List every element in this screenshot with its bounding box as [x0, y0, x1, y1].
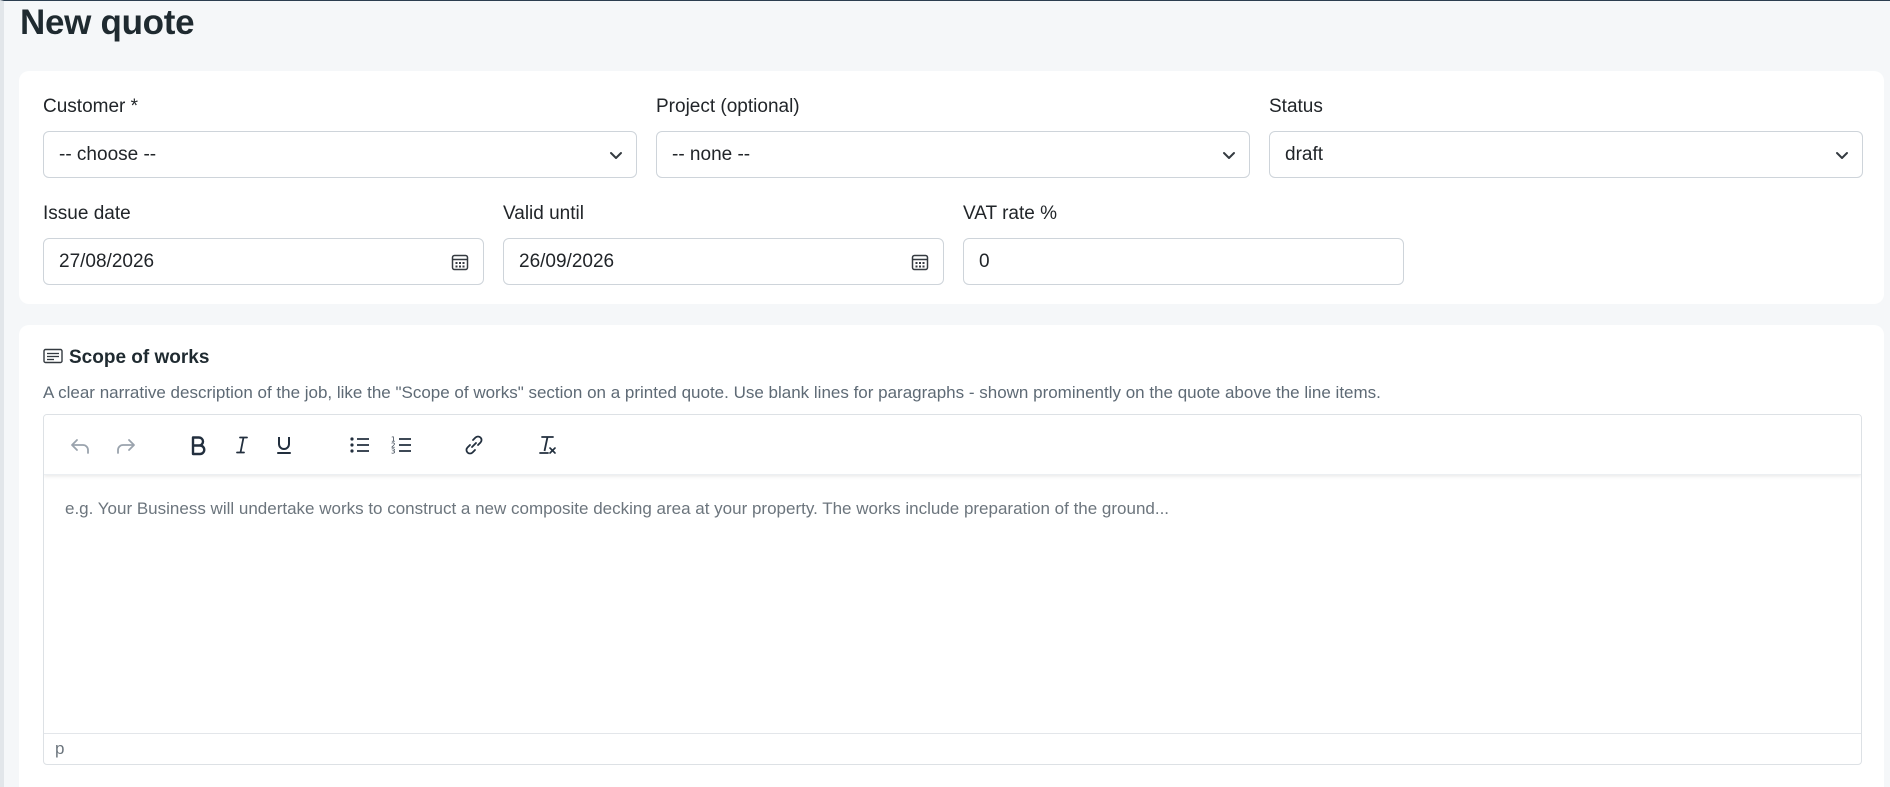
scope-title: Scope of works [69, 347, 210, 368]
bold-icon[interactable] [182, 429, 214, 461]
editor-toolbar: 123 [44, 415, 1861, 475]
svg-text:3: 3 [391, 448, 395, 456]
text-description-icon [43, 348, 63, 369]
valid-until-value: 26/09/2026 [519, 250, 615, 272]
valid-until-label: Valid until [503, 203, 584, 224]
quote-details-card: Customer * -- choose -- Project (optiona… [19, 71, 1884, 304]
rich-text-editor[interactable]: 123 e.g. Your Business will undertake wo… [43, 414, 1862, 765]
vat-rate-label: VAT rate % [963, 203, 1057, 224]
page-title: New quote [20, 3, 195, 42]
numbered-list-icon[interactable]: 123 [386, 429, 418, 461]
status-select[interactable]: draft [1269, 131, 1863, 178]
issue-date-input[interactable]: 27/08/2026 [43, 238, 484, 285]
undo-icon[interactable] [64, 429, 96, 461]
clear-formatting-icon[interactable] [532, 429, 564, 461]
customer-value: -- choose -- [59, 143, 157, 165]
issue-date-label: Issue date [43, 203, 131, 224]
redo-icon[interactable] [110, 429, 142, 461]
underline-icon[interactable] [268, 429, 300, 461]
chevron-down-icon [1209, 132, 1249, 177]
status-value: draft [1285, 143, 1324, 165]
project-label: Project (optional) [656, 96, 800, 117]
calendar-icon[interactable] [437, 239, 483, 284]
chevron-down-icon [1822, 132, 1862, 177]
element-path[interactable]: p [55, 739, 64, 759]
vat-rate-value: 0 [979, 250, 990, 272]
issue-date-value: 27/08/2026 [59, 250, 155, 272]
valid-until-input[interactable]: 26/09/2026 [503, 238, 944, 285]
bullet-list-icon[interactable] [344, 429, 376, 461]
link-icon[interactable] [458, 429, 490, 461]
customer-select[interactable]: -- choose -- [43, 131, 637, 178]
editor-placeholder: e.g. Your Business will undertake works … [65, 499, 1170, 518]
editor-statusbar: p [44, 733, 1861, 764]
chevron-down-icon [596, 132, 636, 177]
project-select[interactable]: -- none -- [656, 131, 1250, 178]
status-label: Status [1269, 96, 1323, 117]
scope-heading: Scope of works [43, 347, 209, 369]
scope-card: Scope of works A clear narrative descrip… [19, 325, 1884, 787]
italic-icon[interactable] [226, 429, 258, 461]
scope-help-text: A clear narrative description of the job… [43, 383, 1381, 402]
customer-label: Customer * [43, 96, 139, 117]
project-value: -- none -- [672, 143, 751, 165]
calendar-icon[interactable] [897, 239, 943, 284]
vat-rate-input[interactable]: 0 [963, 238, 1404, 285]
